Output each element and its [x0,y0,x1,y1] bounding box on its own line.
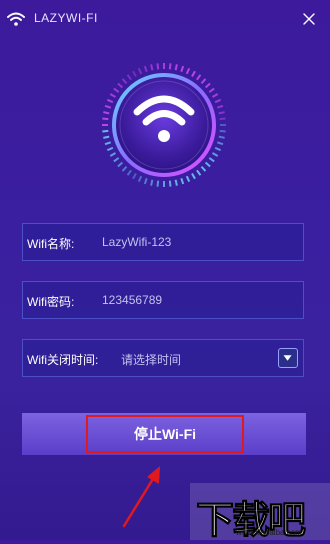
orb-tick [211,93,219,98]
watermark-url: www.xiazaiba.com [236,528,302,537]
wifi-status-orb [102,63,226,187]
close-time-field[interactable]: Wifi关闭时间: 请选择时间 [22,339,304,377]
orb-tick [214,98,222,104]
orb-tick [219,117,226,121]
orb-tick [137,67,143,75]
orb-tick [104,141,112,146]
orb-tick [216,141,224,146]
password-label: Wifi密码: [27,295,75,309]
password-input[interactable]: 123456789 [102,293,162,307]
orb-tick [196,169,202,176]
orb-tick [214,146,222,152]
password-field[interactable]: Wifi密码: 123456789 [22,281,304,319]
ssid-input[interactable]: LazyWifi-123 [102,235,171,249]
orb-tick [218,111,225,115]
orb-tick [150,64,154,71]
orb-tick [126,169,132,176]
orb-tick [117,161,124,168]
orb-tick [200,78,207,85]
orb-tick [113,157,120,163]
orb-tick [200,165,207,172]
close-icon[interactable] [298,8,320,30]
orb-tick [109,93,117,98]
orb-tick [156,63,160,70]
action-button-bar: 停止Wi-Fi [22,413,306,455]
orb-tick [219,129,226,133]
orb-tick [211,152,219,157]
close-time-select[interactable]: 请选择时间 [121,351,181,368]
ssid-field[interactable]: Wifi名称: LazyWifi-123 [22,223,304,261]
orb-tick [180,177,185,185]
orb-tick [143,65,148,73]
stop-wifi-button[interactable]: 停止Wi-Fi [86,415,244,453]
orb-tick [204,161,211,168]
orb-tick [150,179,154,186]
wifi-icon [7,12,25,26]
orb-tick [137,175,143,183]
orb-tick [180,65,185,73]
orb-tick [156,180,160,187]
orb-tick [102,129,109,133]
orb-tick [106,98,114,104]
orb-tick [117,82,124,89]
orb-tick [103,111,110,115]
annotation-arrow-icon [122,466,160,528]
orb-tick [102,117,109,121]
orb-tick [174,179,178,186]
orb-tick [216,104,224,109]
ssid-label: Wifi名称: [27,237,75,251]
orb-tick [126,74,132,81]
orb-tick [185,175,191,183]
orb-tick [218,135,225,139]
orb-tick [191,70,196,78]
orb-tick [174,64,178,71]
orb-tick [208,87,215,93]
orb-tick [185,67,191,75]
orb-tick [121,165,128,172]
close-time-label: Wifi关闭时间: [27,353,99,367]
orb-tick [121,78,128,85]
chevron-down-icon[interactable] [278,348,298,368]
orb-tick [168,180,172,187]
orb-tick [106,146,114,152]
orb-tick [103,135,110,139]
app-title: LAZYWI-FI [34,11,98,25]
orb-tick [204,82,211,89]
orb-tick [208,157,215,163]
orb-tick [109,152,117,157]
orb-tick [191,172,196,180]
orb-tick [104,104,112,109]
orb-tick [196,74,202,81]
orb-tick [113,87,120,93]
orb-tick [132,172,137,180]
orb-tick [143,177,148,185]
title-bar: LAZYWI-FI [0,0,330,40]
orb-tick [168,63,172,70]
orb-tick [132,70,137,78]
